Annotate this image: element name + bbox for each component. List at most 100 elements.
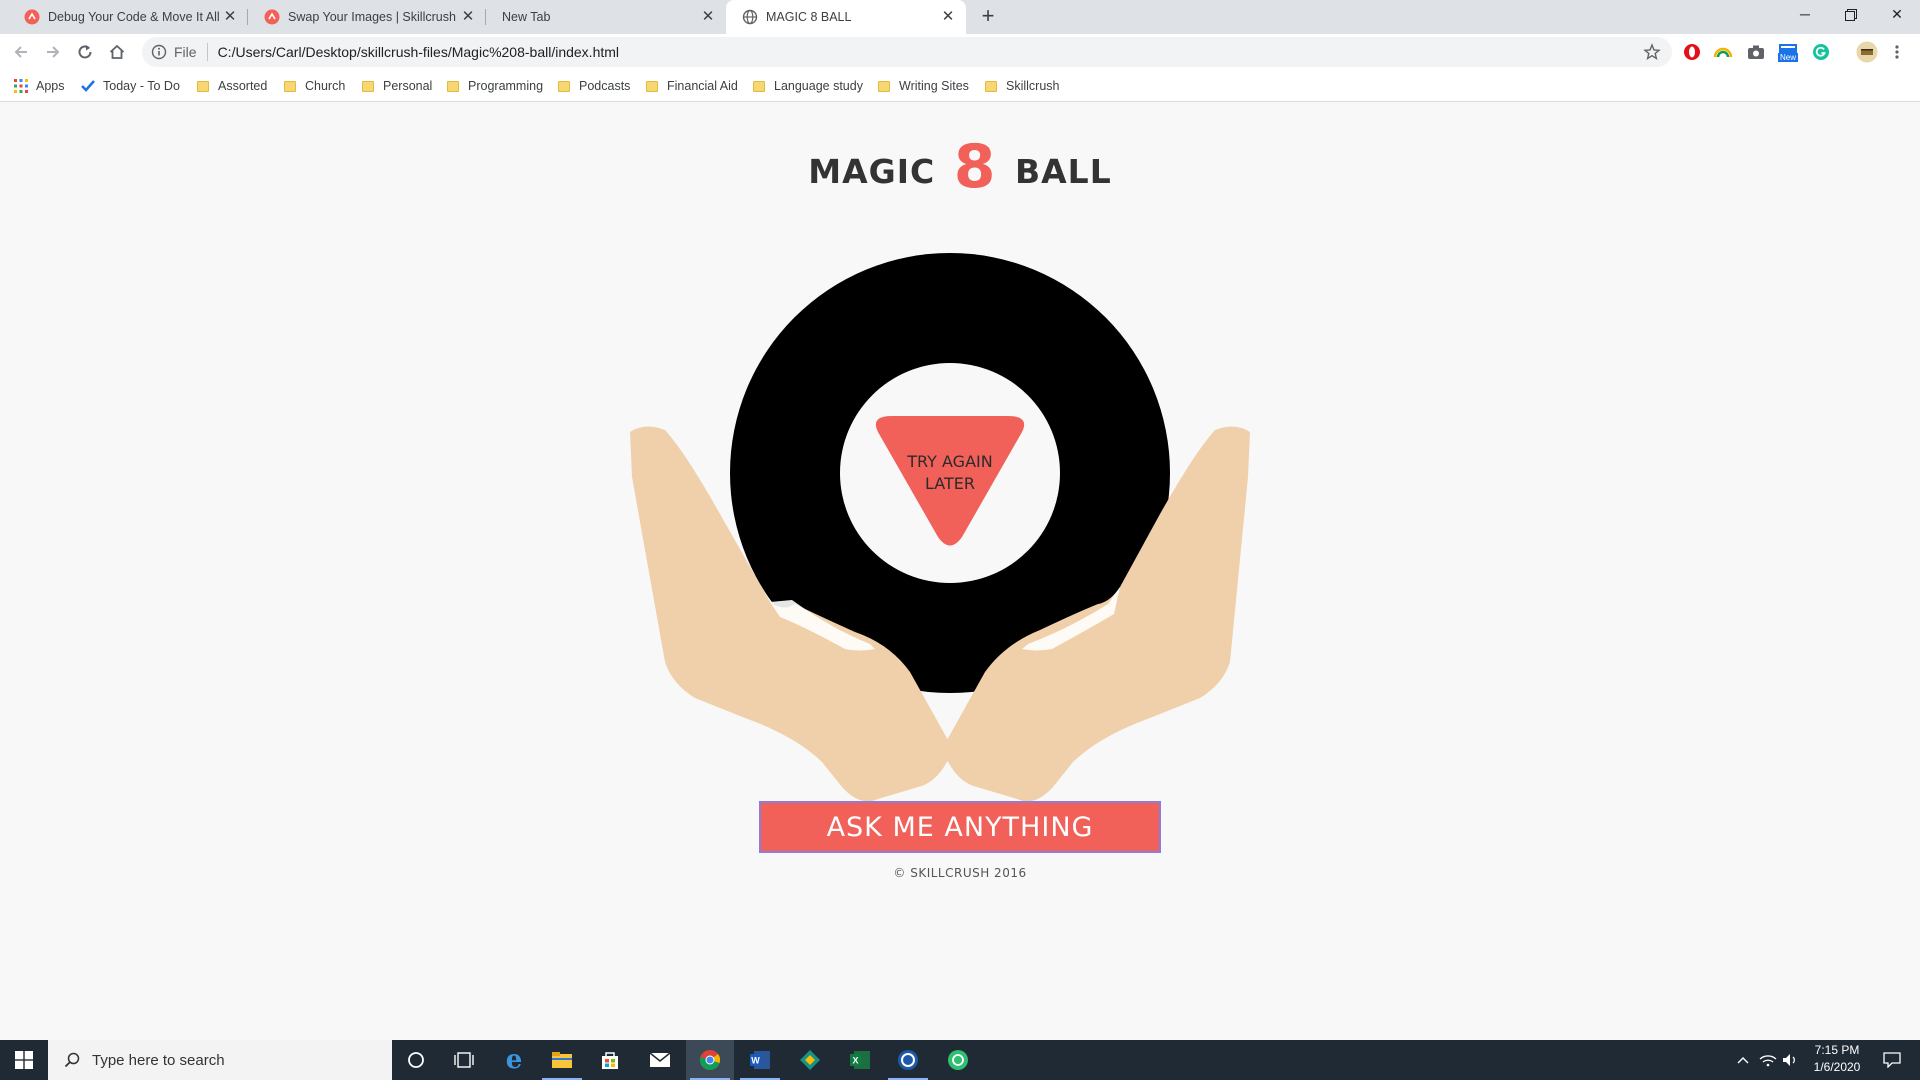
bookmark-today-to-do[interactable]: Today - To Do xyxy=(81,77,180,95)
bookmark-apps[interactable]: Apps xyxy=(14,77,65,95)
reload-button[interactable] xyxy=(73,40,97,64)
bookmark-label: Church xyxy=(305,79,346,93)
file-explorer-icon[interactable] xyxy=(538,1040,586,1080)
answer-text: TRY AGAIN LATER xyxy=(900,451,1000,495)
bookmark-personal[interactable]: Personal xyxy=(361,77,432,95)
tab-title: Swap Your Images | Skillcrush xyxy=(288,10,456,24)
bookmark-church[interactable]: Church xyxy=(283,77,345,95)
page-title: MAGIC 8 BALL xyxy=(0,132,1920,202)
omnibox-divider xyxy=(206,43,208,61)
close-tab-icon[interactable]: ✕ xyxy=(940,9,956,25)
home-button[interactable] xyxy=(105,40,129,64)
skillcrush-icon xyxy=(24,9,40,25)
bookmark-label: Today - To Do xyxy=(103,79,180,93)
app-icon[interactable] xyxy=(884,1040,932,1080)
checkmark-icon xyxy=(81,79,95,93)
clock-date: 1/6/2020 xyxy=(1813,1060,1861,1074)
excel-icon[interactable]: X xyxy=(836,1040,884,1080)
folder-icon xyxy=(984,79,998,93)
skillcrush-icon xyxy=(264,9,280,25)
bookmark-skillcrush[interactable]: Skillcrush xyxy=(984,77,1060,95)
apps-grid-icon xyxy=(14,79,28,93)
edge-icon[interactable]: e xyxy=(490,1040,538,1080)
bookmark-assorted[interactable]: Assorted xyxy=(196,77,267,95)
folder-icon xyxy=(196,79,210,93)
profile-avatar[interactable] xyxy=(1855,40,1879,64)
globe-icon xyxy=(742,9,758,25)
bookmark-label: Apps xyxy=(36,79,65,93)
title-magic: MAGIC xyxy=(808,152,936,191)
bookmark-star-icon[interactable] xyxy=(1642,42,1662,62)
bookmark-label: Personal xyxy=(383,79,433,93)
bookmark-label: Assorted xyxy=(218,79,268,93)
magic-8-ball-illustration xyxy=(630,253,1250,802)
mail-icon[interactable] xyxy=(636,1040,684,1080)
system-clock[interactable]: 7:15 PM 1/6/2020 xyxy=(1806,1042,1868,1076)
close-tab-icon[interactable]: ✕ xyxy=(700,9,716,25)
menu-kebab-icon[interactable] xyxy=(1887,42,1907,62)
svg-text:W: W xyxy=(751,1056,760,1066)
windows-logo-icon xyxy=(15,1051,33,1069)
file-scheme-label: File xyxy=(174,44,197,60)
address-bar[interactable]: File C:/Users/Carl/Desktop/skillcrush-fi… xyxy=(142,37,1672,67)
info-icon[interactable] xyxy=(150,43,168,61)
chrome-icon[interactable] xyxy=(686,1040,734,1080)
answer-line-2: LATER xyxy=(925,474,975,493)
bookmark-language-study[interactable]: Language study xyxy=(752,77,863,95)
tab-debug-your-code[interactable]: Debug Your Code & Move It All t ✕ xyxy=(8,0,248,34)
bookmark-podcasts[interactable]: Podcasts xyxy=(557,77,630,95)
folder-icon xyxy=(283,79,297,93)
opera-icon[interactable] xyxy=(1682,42,1702,62)
url-text[interactable]: C:/Users/Carl/Desktop/skillcrush-files/M… xyxy=(218,44,619,60)
folder-icon xyxy=(361,79,375,93)
page-viewport: MAGIC 8 BALL TRY AGAIN LATER ASK ME ANYT… xyxy=(0,102,1920,1040)
folder-icon xyxy=(877,79,891,93)
tab-title: Debug Your Code & Move It All t xyxy=(48,10,222,24)
minimize-button[interactable]: ─ xyxy=(1782,0,1828,30)
start-button[interactable] xyxy=(0,1040,48,1080)
spotify-like-icon[interactable] xyxy=(934,1040,982,1080)
show-hidden-icons-chevron[interactable] xyxy=(1732,1040,1754,1080)
close-tab-icon[interactable]: ✕ xyxy=(222,9,238,25)
bookmark-writing-sites[interactable]: Writing Sites xyxy=(877,77,969,95)
tab-title: New Tab xyxy=(502,10,551,24)
bookmark-label: Skillcrush xyxy=(1006,79,1060,93)
store-icon[interactable] xyxy=(586,1040,634,1080)
tab-new-tab[interactable]: New Tab ✕ xyxy=(486,0,726,34)
folder-icon xyxy=(446,79,460,93)
close-window-button[interactable]: ✕ xyxy=(1874,0,1920,30)
gitkraken-icon[interactable] xyxy=(786,1040,834,1080)
folder-icon xyxy=(645,79,659,93)
grammarly-icon[interactable] xyxy=(1811,42,1831,62)
rainbow-icon[interactable] xyxy=(1713,42,1733,62)
task-view-icon[interactable] xyxy=(440,1040,488,1080)
tab-swap-your-images[interactable]: Swap Your Images | Skillcrush ✕ xyxy=(248,0,486,34)
new-tab-button[interactable]: + xyxy=(976,5,1000,29)
word-icon[interactable]: W xyxy=(736,1040,784,1080)
ask-me-anything-button[interactable]: ASK ME ANYTHING xyxy=(759,801,1161,853)
back-button[interactable] xyxy=(9,40,33,64)
bookmark-label: Programming xyxy=(468,79,544,93)
title-ball: BALL xyxy=(1014,152,1112,191)
restore-button[interactable] xyxy=(1828,0,1874,30)
search-placeholder: Type here to search xyxy=(92,1051,225,1069)
tab-magic-8-ball[interactable]: MAGIC 8 BALL ✕ xyxy=(726,0,966,34)
windows-taskbar: Type here to search e W X 7:15 PM 1/6/20… xyxy=(0,1040,1920,1080)
camera-icon[interactable] xyxy=(1746,42,1766,62)
close-tab-icon[interactable]: ✕ xyxy=(460,9,476,25)
volume-icon[interactable] xyxy=(1780,1040,1802,1080)
notification-center-icon[interactable] xyxy=(1872,1040,1912,1080)
bookmark-programming[interactable]: Programming xyxy=(446,77,543,95)
bookmark-label: Writing Sites xyxy=(899,79,969,93)
extension-badge: New xyxy=(1778,52,1799,62)
news-icon[interactable]: New xyxy=(1778,42,1799,62)
bookmark-financial-aid[interactable]: Financial Aid xyxy=(645,77,738,95)
svg-text:X: X xyxy=(852,1056,858,1066)
answer-line-1: TRY AGAIN xyxy=(907,452,993,471)
network-icon[interactable] xyxy=(1756,1040,1780,1080)
copyright-footer: © SKILLCRUSH 2016 xyxy=(893,866,1027,880)
forward-button[interactable] xyxy=(41,40,65,64)
tab-title: MAGIC 8 BALL xyxy=(766,10,852,24)
cortana-icon[interactable] xyxy=(392,1040,440,1080)
taskbar-search-box[interactable]: Type here to search xyxy=(48,1040,392,1080)
